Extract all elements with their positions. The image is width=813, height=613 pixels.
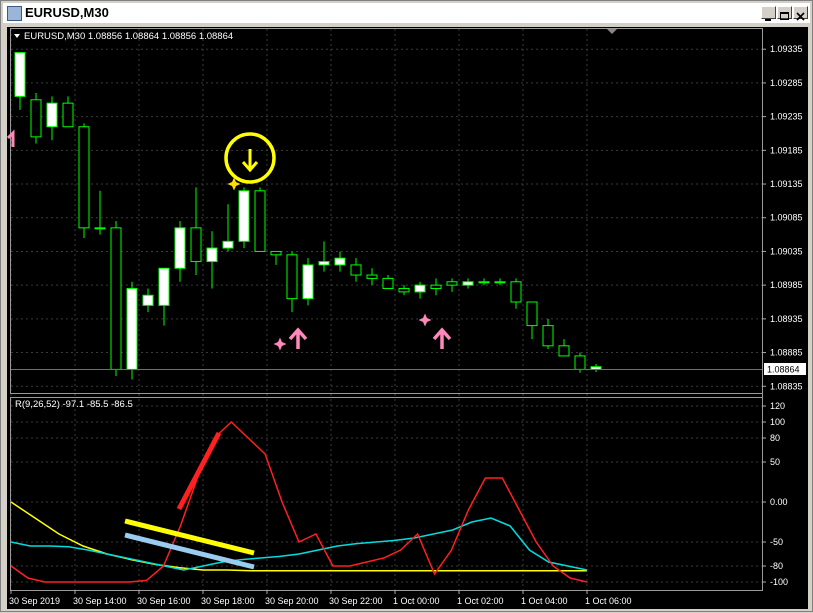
price-tick-label: 1.09035 <box>770 246 803 256</box>
indicator-tick-label: 50 <box>770 457 780 467</box>
bull-candle <box>462 281 474 286</box>
bull-candle <box>158 267 170 306</box>
price-tick-label: 1.09185 <box>770 145 803 155</box>
time-tick-label: 30 Sep 16:00 <box>137 596 191 606</box>
time-tick-label: 1 Oct 06:00 <box>585 596 632 606</box>
minimize-button[interactable] <box>761 6 776 21</box>
bull-candle <box>14 52 26 97</box>
bull-candle <box>46 102 58 128</box>
time-tick-label: 30 Sep 22:00 <box>329 596 383 606</box>
trendline-yellow[interactable] <box>124 518 255 556</box>
chart-window: EURUSD,M30 EURUSD,M30 1.08856 1.08864 1.… <box>0 0 813 612</box>
bear-candle <box>270 250 282 256</box>
bear-candle <box>574 355 586 370</box>
current-price-label: 1.08864 <box>767 365 800 375</box>
time-axis: 30 Sep 2019 30 Sep 14:00 30 Sep 16:00 30 Se… <box>9 590 632 606</box>
bear-candle <box>430 284 442 290</box>
price-tick-label: 1.08835 <box>770 381 803 391</box>
slow-line <box>10 501 587 572</box>
chart-window-icon <box>7 6 22 21</box>
bull-candle <box>478 281 490 284</box>
price-tick-label: 1.09285 <box>770 78 803 88</box>
bear-candle <box>366 274 378 279</box>
indicator-tick-label: -100 <box>770 577 788 587</box>
bull-candle <box>94 227 106 230</box>
bear-candle <box>558 345 570 357</box>
bull-candle <box>206 247 218 263</box>
time-tick-label: 1 Oct 02:00 <box>457 596 504 606</box>
time-tick-label: 30 Sep 20:00 <box>265 596 319 606</box>
bear-candle <box>398 288 410 293</box>
price-tick-label: 1.08885 <box>770 348 803 358</box>
bear-candle <box>190 227 202 263</box>
time-tick-label: 1 Oct 00:00 <box>393 596 440 606</box>
indicator-tick-label: 120 <box>770 401 785 411</box>
bear-candle <box>446 281 458 286</box>
close-button[interactable] <box>793 6 808 21</box>
bear-candle <box>510 281 522 303</box>
bull-candle <box>174 227 186 269</box>
price-tick-label: 1.09335 <box>770 44 803 54</box>
price-grid <box>10 29 762 590</box>
time-tick-label: 30 Sep 2019 <box>9 596 60 606</box>
dropdown-triangle-icon[interactable] <box>14 34 20 38</box>
bull-candle <box>334 257 346 266</box>
trendline-red[interactable] <box>176 431 222 511</box>
indicator-grid <box>11 405 762 583</box>
indicator-pane-frame <box>10 397 763 591</box>
price-tick-label: 1.09085 <box>770 213 803 223</box>
chart-shift-icon[interactable] <box>607 29 617 34</box>
indicator-tick-label: 80 <box>770 433 780 443</box>
bull-candle <box>238 190 250 242</box>
bull-candle <box>222 240 234 249</box>
buy-arrow-icon <box>288 327 308 349</box>
window-title: EURUSD,M30 <box>25 5 109 20</box>
bull-candle <box>302 264 314 300</box>
buy-arrow-icon <box>432 327 452 349</box>
bull-candle <box>414 284 426 293</box>
star-icon <box>418 313 432 327</box>
bear-candle <box>30 99 42 138</box>
price-tick-label: 1.09235 <box>770 112 803 122</box>
bull-candle <box>142 294 154 306</box>
bear-candle <box>286 254 298 300</box>
indicator-header: R(9,26,52) -97.1 -85.5 -86.5 <box>15 399 133 410</box>
bear-candle <box>110 227 122 370</box>
maximize-button[interactable] <box>777 6 792 20</box>
price-tick-label: 1.09135 <box>770 179 803 189</box>
time-tick-label: 30 Sep 14:00 <box>73 596 127 606</box>
indicator-tick-label: 0.00 <box>770 497 788 507</box>
time-tick-label: 1 Oct 04:00 <box>521 596 568 606</box>
price-tick-label: 1.08935 <box>770 314 803 324</box>
bull-candle <box>494 281 506 284</box>
price-tick-label: 1.08985 <box>770 280 803 290</box>
bear-candle <box>62 102 74 128</box>
candles-layer <box>14 52 602 380</box>
price-axis: 1.09335 1.09285 1.09235 1.09185 1.09135 1.090… <box>762 44 803 391</box>
window-titlebar[interactable]: EURUSD,M30 <box>3 3 810 23</box>
bull-candle <box>126 288 138 370</box>
bear-candle <box>254 190 266 252</box>
indicator-tick-label: -50 <box>770 537 783 547</box>
indicator-tick-label: 100 <box>770 417 785 427</box>
bear-candle <box>382 277 394 290</box>
bear-candle <box>350 264 362 276</box>
bear-candle <box>526 301 538 327</box>
minimize-icon <box>765 19 771 21</box>
indicator-tick-label: -80 <box>770 561 783 571</box>
bear-candle <box>542 325 554 347</box>
close-icon <box>796 12 805 21</box>
bull-candle <box>318 261 330 266</box>
price-chart-svg[interactable]: EURUSD,M30 1.08856 1.08864 1.08856 1.088… <box>6 27 808 609</box>
symbol-header: EURUSD,M30 1.08856 1.08864 1.08856 1.088… <box>24 31 233 42</box>
chart-area[interactable]: EURUSD,M30 1.08856 1.08864 1.08856 1.088… <box>6 27 808 609</box>
time-tick-label: 30 Sep 18:00 <box>201 596 255 606</box>
indicator-axis: 120 100 80 50 0.00 -50 -80 -100 <box>762 401 788 587</box>
bear-candle <box>78 126 90 229</box>
star-icon <box>273 337 287 351</box>
sell-arrow-icon <box>241 149 259 173</box>
maximize-icon <box>780 12 789 20</box>
mid-line <box>10 517 588 571</box>
